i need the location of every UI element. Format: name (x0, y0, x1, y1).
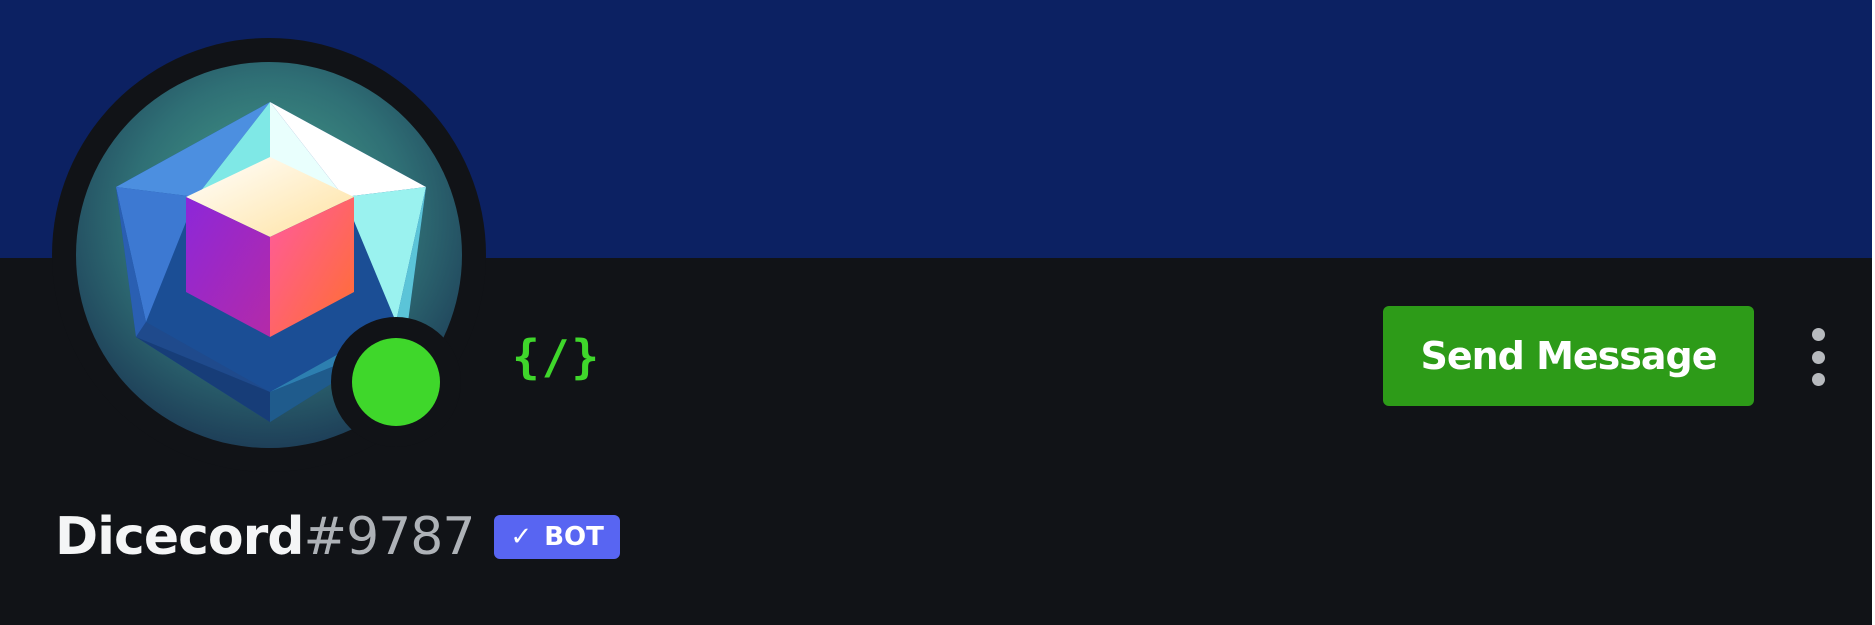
online-status-icon (352, 338, 440, 426)
bot-tag-label: BOT (544, 522, 604, 552)
check-icon: ✓ (510, 522, 533, 552)
more-options-icon[interactable] (1800, 328, 1836, 386)
more-dot (1811, 328, 1825, 341)
send-message-button[interactable]: Send Message (1383, 306, 1754, 406)
username: Dicecord (55, 507, 304, 567)
profile-card: {/} Send Message Dicecord #9787 ✓ BOT (0, 0, 1875, 625)
slash-commands-icon[interactable]: {/} (512, 330, 601, 384)
status-indicator (331, 317, 461, 447)
more-dot (1811, 373, 1825, 386)
discriminator: #9787 (303, 507, 476, 567)
name-row: Dicecord #9787 ✓ BOT (55, 505, 620, 569)
bot-tag: ✓ BOT (494, 515, 620, 559)
more-dot (1811, 350, 1825, 364)
